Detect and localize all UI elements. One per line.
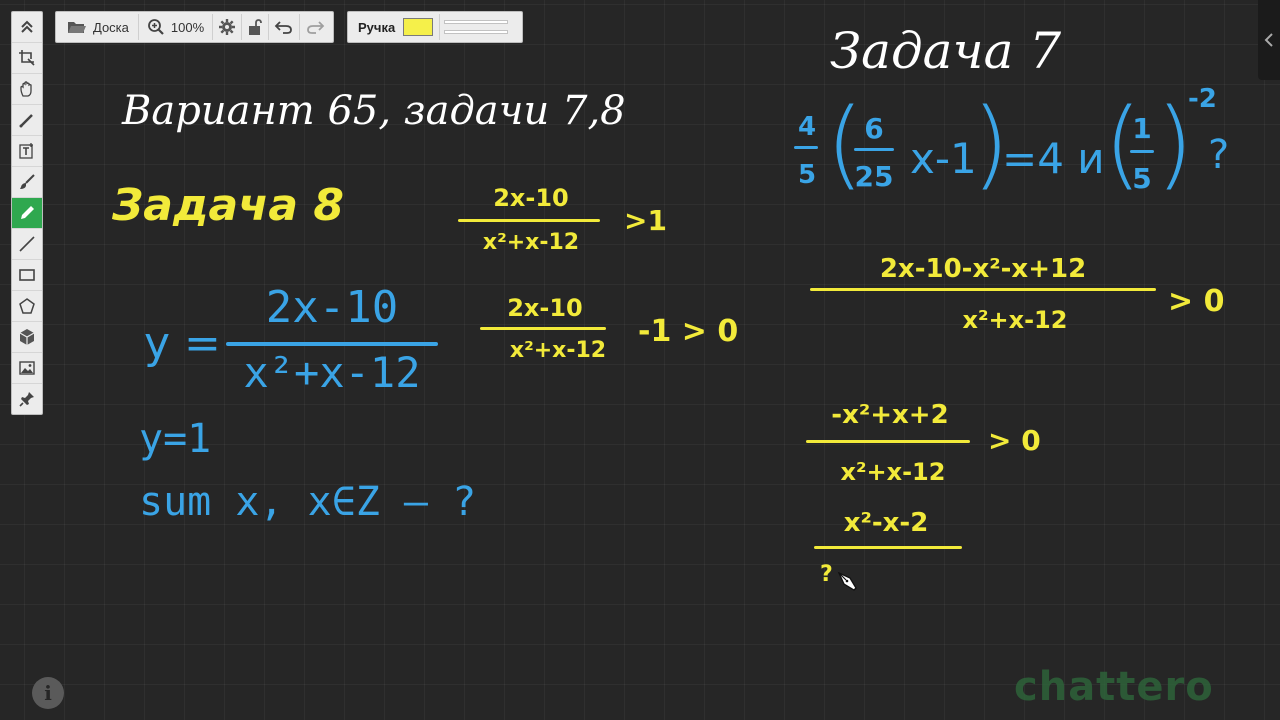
task7-step3-fraction-bar [814, 546, 962, 549]
task8-title: Задача 8 [112, 180, 345, 231]
redo-button[interactable] [300, 14, 330, 40]
task7-step2-fraction-bar [806, 440, 970, 443]
crop-select-icon [19, 50, 35, 66]
task7-step1-numerator: 2x-10-x²-x+12 [879, 254, 1087, 284]
3d-shape-tool-button[interactable] [12, 322, 42, 353]
task7-step2-denominator: x²+x-12 [840, 458, 946, 486]
brush-icon [20, 174, 35, 189]
board-label: Доска [93, 19, 129, 35]
task7-fraction3-denominator: 5 [1132, 162, 1152, 195]
task8-function-numerator: 2x-10 [265, 282, 399, 333]
text-box-icon [19, 143, 33, 159]
line-icon [19, 236, 35, 252]
zoom-in-icon [147, 19, 164, 35]
zoom-level: 100% [170, 19, 205, 35]
marker-icon [19, 114, 33, 128]
task7-step1-rhs: > 0 [1168, 284, 1225, 319]
pentagon-icon [19, 298, 35, 314]
pen-cursor [836, 570, 858, 596]
pen-label: Ручка [358, 19, 396, 35]
double-chevron-up-icon [21, 20, 33, 33]
gear-icon [219, 19, 236, 35]
redo-icon [307, 21, 325, 34]
task8-question: sum x, x∈Z – ? [139, 479, 477, 525]
pin-icon [19, 392, 34, 407]
line-tool-button[interactable] [12, 229, 42, 260]
select-tool-button[interactable] [12, 43, 42, 74]
pen-tool-button[interactable] [12, 198, 42, 229]
pen-settings-bar: Ручка [347, 11, 523, 43]
brush-tool-button[interactable] [12, 167, 42, 198]
folder-open-icon [68, 22, 86, 33]
top-toolbar: Доска 100% [55, 11, 335, 43]
task7-fraction2-numerator: 6 [864, 112, 884, 145]
undo-button[interactable] [269, 14, 301, 40]
task8-ineq2-numerator: 2x-10 [507, 294, 583, 322]
lock-button[interactable] [242, 14, 270, 40]
rectangle-tool-button[interactable] [12, 260, 42, 291]
text-tool-button[interactable] [12, 136, 42, 167]
pencil-icon [21, 206, 34, 219]
line-pen-tool-button[interactable] [12, 105, 42, 136]
task8-y-value: y=1 [139, 416, 212, 462]
task7-fraction1-denominator: 5 [797, 160, 817, 190]
task7-fraction1-numerator: 4 [797, 112, 817, 142]
task8-ineq1-denominator: x²+x-12 [482, 230, 580, 255]
task7-fraction2-denominator: 25 [854, 160, 894, 193]
pen-thickness-selector[interactable] [439, 14, 509, 40]
chattero-logo: chattero [1014, 664, 1214, 710]
task8-ineq1-numerator: 2x-10 [493, 184, 569, 212]
task7-fraction2-bar [854, 148, 894, 151]
task8-function-lhs: y = [144, 318, 221, 369]
rectangle-icon [19, 269, 35, 281]
task8-ineq2-rhs: -1 > 0 [638, 314, 739, 349]
pen-nib-cursor-icon [837, 571, 857, 591]
image-icon [19, 361, 35, 375]
info-icon: i [44, 681, 52, 705]
task7-exponent: -2 [1188, 84, 1217, 114]
image-tool-button[interactable] [12, 353, 42, 384]
task8-function-denominator: x²+x-12 [243, 348, 421, 397]
collapse-palette-button[interactable] [12, 12, 42, 43]
task8-ineq1-fraction-bar [458, 219, 600, 222]
task8-function-fraction-bar [226, 342, 438, 346]
hand-icon [20, 81, 32, 97]
task7-fraction3-numerator: 1 [1132, 112, 1152, 145]
info-button[interactable]: i [32, 677, 64, 709]
chevron-left-icon [1264, 33, 1273, 47]
side-panel-toggle[interactable] [1258, 0, 1280, 80]
pen-color-swatch[interactable] [403, 18, 434, 36]
task7-equals-part: =4 и [1002, 134, 1105, 183]
task7-fraction3-bar [1130, 150, 1154, 153]
pin-tool-button[interactable] [12, 384, 42, 414]
task7-step1-denominator: x²+x-12 [962, 306, 1068, 334]
undo-icon [274, 21, 293, 34]
task8-ineq2-denominator: x²+x-12 [509, 338, 607, 363]
settings-button[interactable] [213, 14, 243, 40]
task7-fraction1-bar [794, 146, 818, 149]
unlock-icon [249, 19, 263, 35]
hand-tool-button[interactable] [12, 74, 42, 105]
board-heading: Вариант 65, задачи 7,8 [122, 88, 626, 134]
task8-ineq2-fraction-bar [480, 327, 606, 330]
tool-palette [11, 11, 43, 415]
task7-x-part: x-1 [910, 134, 977, 183]
task8-ineq1-rhs: >1 [624, 204, 667, 237]
task7-title: Задача 7 [830, 22, 1062, 80]
cube-icon [19, 329, 35, 345]
zoom-button[interactable]: 100% [139, 14, 214, 40]
task7-step2-rhs: > 0 [988, 424, 1041, 457]
task7-question-mark: ? [1208, 132, 1230, 178]
task7-step2-numerator: -x²+x+2 [831, 400, 949, 430]
task7-step3-partial: ? [820, 562, 833, 587]
task7-step3-numerator: x²-x-2 [843, 508, 929, 538]
polygon-tool-button[interactable] [12, 291, 42, 322]
task7-step1-fraction-bar [810, 288, 1156, 291]
board-menu-button[interactable]: Доска [59, 14, 139, 40]
